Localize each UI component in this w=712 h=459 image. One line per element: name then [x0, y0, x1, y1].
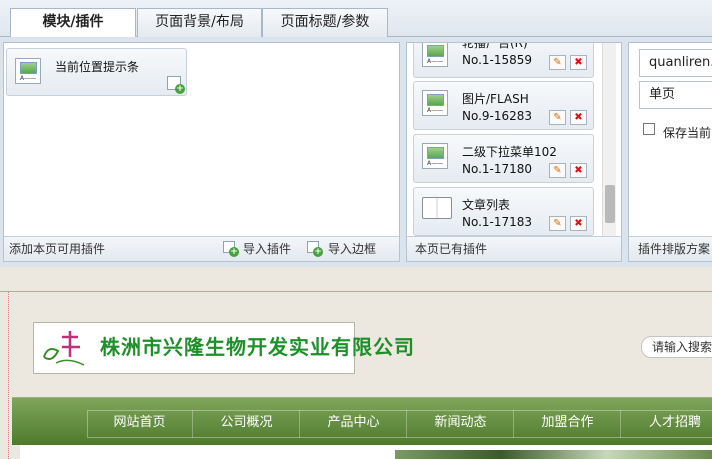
plugin-name: 图片/FLASH — [462, 92, 529, 106]
add-plugin-icon[interactable]: + — [167, 76, 185, 94]
tab-title-params[interactable]: 页面标题/参数 — [262, 8, 388, 37]
available-plugin-item[interactable]: A—— 当前位置提示条 + — [6, 48, 187, 96]
nav-item-news[interactable]: 新闻动态 — [408, 410, 514, 438]
tab-background-layout[interactable]: 页面背景/布局 — [137, 8, 262, 37]
logo-mark — [38, 327, 98, 371]
divider — [0, 291, 712, 292]
page-plugins-footer: 本页已有插件 — [407, 236, 621, 261]
import-border-button[interactable]: 导入边框 — [328, 237, 376, 261]
tab-modules-plugins[interactable]: 模块/插件 — [10, 8, 136, 38]
available-panel-footer: 添加本页可用插件 + 导入插件 + 导入边框 — [4, 236, 399, 261]
available-plugins-panel: A—— 当前位置提示条 + 添加本页可用插件 + 导入插件 + 导入边框 — [3, 42, 400, 262]
company-name: 株洲市兴隆生物开发实业有限公司 — [100, 335, 415, 359]
page-type-select[interactable]: 单页 — [639, 81, 712, 109]
plugin-name: 当前位置提示条 — [55, 60, 140, 74]
nav-item-about[interactable]: 公司概况 — [194, 410, 300, 438]
scrollbar[interactable] — [602, 43, 616, 237]
footer-label: 插件排版方案 — [638, 242, 711, 256]
import-plugin-button[interactable]: 导入插件 — [243, 237, 291, 261]
import-border-icon: + — [307, 241, 323, 257]
image-icon: A—— — [422, 43, 448, 67]
delete-icon[interactable]: ✖ — [570, 163, 587, 178]
scrollbar-thumb[interactable] — [605, 185, 615, 223]
guide-line — [8, 292, 9, 459]
nav-item-join[interactable]: 加盟合作 — [515, 410, 621, 438]
nav-item-jobs[interactable]: 人才招聘 — [622, 410, 712, 438]
banner-image — [395, 450, 712, 459]
layout-panel-footer: 插件排版方案 — [629, 236, 712, 261]
site-search-input[interactable]: 请输入搜索 — [641, 336, 712, 358]
plugin-name: 轮播广告(R) — [462, 42, 528, 50]
checkbox-label: 保存当前 — [663, 126, 712, 140]
edit-icon[interactable]: ✎ — [549, 216, 566, 231]
page-plugin-item[interactable]: A—— 轮播广告(R) No.1-15859 ✎ ✖ — [413, 42, 594, 78]
edit-icon[interactable]: ✎ — [549, 55, 566, 70]
image-icon: A—— — [15, 58, 41, 84]
page-plugin-item[interactable]: 文章列表 No.1-17183 ✎ ✖ — [413, 187, 594, 236]
delete-icon[interactable]: ✖ — [570, 216, 587, 231]
delete-icon[interactable]: ✖ — [570, 55, 587, 70]
plugin-number: No.1-17180 — [462, 162, 533, 176]
plugin-number: No.1-17183 — [462, 215, 533, 229]
tab-bar: 模块/插件 页面背景/布局 页面标题/参数 — [0, 0, 712, 38]
plugin-name: 文章列表 — [462, 198, 511, 212]
nav-item-home[interactable]: 网站首页 — [87, 410, 193, 438]
plugin-panels: A—— 当前位置提示条 + 添加本页可用插件 + 导入插件 + 导入边框 A——… — [0, 37, 712, 267]
page-plugin-item[interactable]: A—— 图片/FLASH No.9-16283 ✎ ✖ — [413, 81, 594, 130]
layout-scheme-panel: quanliren.n 单页 保存当前 插件排版方案 — [628, 42, 712, 262]
delete-icon[interactable]: ✖ — [570, 110, 587, 125]
footer-label: 添加本页可用插件 — [9, 242, 106, 256]
plugin-number: No.9-16283 — [462, 109, 533, 123]
page-plugins-panel: A—— 轮播广告(R) No.1-15859 ✎ ✖ A—— 图片/FLASH … — [406, 42, 622, 262]
edit-icon[interactable]: ✎ — [549, 163, 566, 178]
nav-item-products[interactable]: 产品中心 — [301, 410, 407, 438]
import-plugin-icon: + — [223, 241, 239, 257]
footer-label: 本页已有插件 — [415, 242, 488, 256]
edit-icon[interactable]: ✎ — [549, 110, 566, 125]
plugin-number: No.1-15859 — [462, 53, 533, 67]
save-current-checkbox[interactable] — [643, 123, 655, 135]
company-logo: 株洲市兴隆生物开发实业有限公司 — [33, 322, 414, 374]
image-icon: A—— — [422, 143, 448, 169]
image-icon: A—— — [422, 90, 448, 116]
scheme-name-input[interactable]: quanliren.n — [639, 49, 712, 77]
book-icon — [422, 197, 452, 219]
page-plugin-item[interactable]: A—— 二级下拉菜单102 No.1-17180 ✎ ✖ — [413, 134, 594, 183]
plugin-name: 二级下拉菜单102 — [462, 145, 557, 159]
